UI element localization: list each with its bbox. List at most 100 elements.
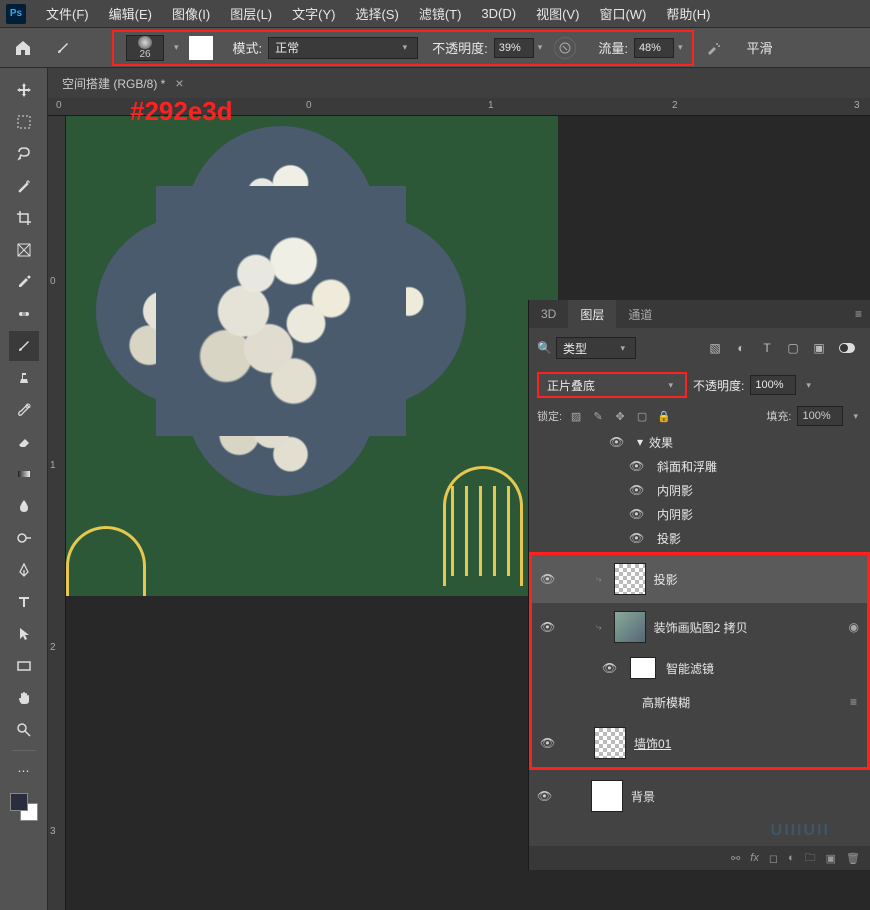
rectangle-tool[interactable]: [9, 651, 39, 681]
chevron-down-icon[interactable]: ▾: [849, 411, 862, 422]
visibility-icon[interactable]: 👁: [540, 736, 554, 750]
menu-window[interactable]: 窗口(W): [589, 4, 656, 23]
eraser-tool[interactable]: [9, 427, 39, 457]
magic-wand-tool[interactable]: [9, 171, 39, 201]
visibility-icon[interactable]: 👁: [629, 531, 643, 545]
fx-item-label[interactable]: 内阴影: [657, 482, 693, 499]
menu-type[interactable]: 文字(Y): [282, 4, 345, 23]
opacity-input[interactable]: 39%: [494, 38, 534, 58]
filter-options-icon[interactable]: ≡: [850, 695, 857, 709]
filter-type-icon[interactable]: T: [758, 340, 776, 356]
flow-input[interactable]: 48%: [634, 38, 674, 58]
new-layer-icon[interactable]: ▣: [826, 852, 836, 865]
airbrush-icon[interactable]: [702, 37, 724, 59]
pen-tool[interactable]: [9, 555, 39, 585]
tab-channels[interactable]: 通道: [616, 300, 664, 328]
layer-blend-mode-select[interactable]: 正片叠底▾: [537, 372, 687, 398]
filter-name[interactable]: 高斯模糊: [642, 694, 690, 711]
menu-view[interactable]: 视图(V): [526, 4, 589, 23]
lasso-tool[interactable]: [9, 139, 39, 169]
menu-layer[interactable]: 图层(L): [220, 4, 282, 23]
filter-adjust-icon[interactable]: ◐: [732, 340, 750, 356]
layer-filter-select[interactable]: 类型▾: [556, 337, 636, 359]
filter-mask-thumb[interactable]: [630, 657, 656, 679]
layer-row[interactable]: 👁 墙饰01: [532, 719, 867, 767]
layer-row[interactable]: 👁 ⤷ 投影: [532, 555, 867, 603]
lock-transparency-icon[interactable]: ▨: [568, 408, 584, 424]
layer-name[interactable]: 墙饰01: [634, 735, 671, 752]
eyedropper-tool[interactable]: [9, 267, 39, 297]
dodge-tool[interactable]: [9, 523, 39, 553]
filter-shape-icon[interactable]: ▢: [784, 340, 802, 356]
chevron-down-icon[interactable]: ▾: [170, 42, 183, 53]
filter-item[interactable]: 高斯模糊 ≡: [532, 685, 867, 719]
move-tool[interactable]: [9, 75, 39, 105]
filter-smart-icon[interactable]: ▣: [810, 340, 828, 356]
chevron-down-icon[interactable]: ▾: [674, 42, 687, 53]
adjustment-layer-icon[interactable]: ◐: [788, 852, 795, 864]
history-brush-tool[interactable]: [9, 395, 39, 425]
fx-item-label[interactable]: 内阴影: [657, 506, 693, 523]
fx-item-label[interactable]: 投影: [657, 530, 681, 547]
color-swatches[interactable]: [10, 793, 38, 821]
menu-filter[interactable]: 滤镜(T): [409, 4, 472, 23]
delete-layer-icon[interactable]: 🗑: [846, 852, 860, 865]
lock-image-icon[interactable]: ✎: [590, 408, 606, 424]
hand-tool[interactable]: [9, 683, 39, 713]
fill-input[interactable]: 100%: [797, 406, 843, 426]
brush-tool-icon[interactable]: [48, 33, 78, 63]
visibility-icon[interactable]: 👁: [602, 661, 616, 675]
filter-toggle[interactable]: [836, 340, 858, 356]
visibility-icon[interactable]: 👁: [540, 620, 554, 634]
menu-select[interactable]: 选择(S): [345, 4, 408, 23]
layer-thumbnail[interactable]: [591, 780, 623, 812]
canvas[interactable]: [66, 116, 558, 596]
layer-name[interactable]: 装饰画贴图2 拷贝: [654, 619, 748, 636]
brush-panel-toggle-icon[interactable]: [189, 36, 213, 60]
layer-thumbnail[interactable]: [614, 563, 646, 595]
layer-name[interactable]: 背景: [631, 788, 655, 805]
layer-thumbnail[interactable]: [614, 611, 646, 643]
brush-tool[interactable]: [9, 331, 39, 361]
foreground-color[interactable]: [10, 793, 28, 811]
menu-3d[interactable]: 3D(D): [471, 6, 526, 21]
layer-style-icon[interactable]: fx: [750, 852, 759, 864]
type-tool[interactable]: [9, 587, 39, 617]
visibility-icon[interactable]: 👁: [629, 483, 643, 497]
chevron-down-icon[interactable]: ▾: [534, 42, 547, 53]
layer-row[interactable]: 👁 ⤷ 装饰画贴图2 拷贝 ◉: [532, 603, 867, 651]
lock-position-icon[interactable]: ✥: [612, 408, 628, 424]
marquee-tool[interactable]: [9, 107, 39, 137]
panel-menu-icon[interactable]: ≡: [847, 307, 870, 321]
close-icon[interactable]: ×: [175, 75, 183, 91]
blur-tool[interactable]: [9, 491, 39, 521]
blend-mode-select[interactable]: 正常 ▾: [268, 37, 418, 59]
home-icon[interactable]: [8, 34, 38, 62]
frame-tool[interactable]: [9, 235, 39, 265]
visibility-icon[interactable]: 👁: [629, 507, 643, 521]
pressure-opacity-icon[interactable]: [554, 37, 576, 59]
visibility-icon[interactable]: 👁: [609, 435, 623, 449]
menu-edit[interactable]: 编辑(E): [99, 4, 162, 23]
link-layers-icon[interactable]: ⚯: [731, 852, 740, 865]
tab-layers[interactable]: 图层: [568, 300, 616, 328]
brush-preset-picker[interactable]: 26: [126, 35, 164, 61]
visibility-icon[interactable]: 👁: [537, 789, 551, 803]
clone-stamp-tool[interactable]: [9, 363, 39, 393]
zoom-tool[interactable]: [9, 715, 39, 745]
visibility-icon[interactable]: 👁: [629, 459, 643, 473]
path-selection-tool[interactable]: [9, 619, 39, 649]
tab-3d[interactable]: 3D: [529, 300, 568, 328]
chevron-down-icon[interactable]: ▾: [802, 380, 815, 391]
layer-mask-icon[interactable]: ◻: [769, 852, 778, 865]
layer-opacity-input[interactable]: 100%: [750, 375, 796, 395]
menu-help[interactable]: 帮助(H): [656, 4, 720, 23]
group-icon[interactable]: 🗀: [805, 849, 816, 868]
smart-filter-row[interactable]: 👁 智能滤镜: [532, 651, 867, 685]
layer-name[interactable]: 投影: [654, 571, 678, 588]
gradient-tool[interactable]: [9, 459, 39, 489]
visibility-icon[interactable]: 👁: [540, 572, 554, 586]
layer-row[interactable]: 👁 背景: [529, 772, 870, 820]
document-tab[interactable]: 空间搭建 (RGB/8) * ×: [48, 68, 870, 98]
healing-brush-tool[interactable]: [9, 299, 39, 329]
